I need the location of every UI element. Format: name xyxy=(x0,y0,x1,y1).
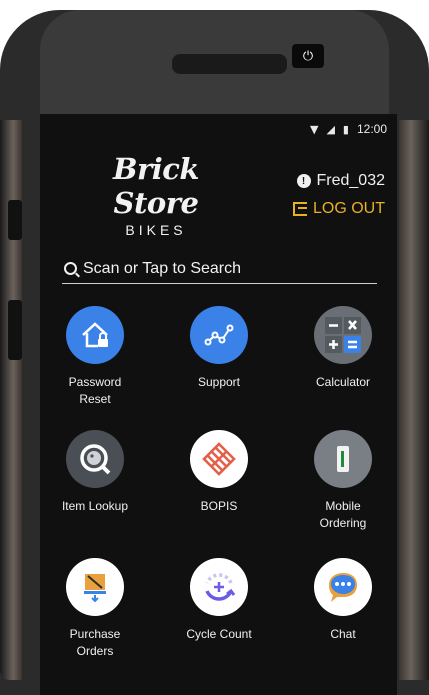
screen: ▼ ◢ ▮ 12:00 Brick Store BIKES ! Fred_032… xyxy=(40,114,397,695)
app-calculator[interactable]: Calculator xyxy=(288,306,397,391)
logout-icon xyxy=(292,202,307,216)
app-mobile-ordering[interactable]: Mobile Ordering xyxy=(288,430,397,532)
cycle-icon xyxy=(190,558,248,616)
logout-button[interactable]: LOG OUT xyxy=(292,200,385,218)
app-bopis[interactable]: BOPIS xyxy=(164,430,274,515)
side-button-lower[interactable] xyxy=(8,300,22,360)
chat-icon xyxy=(314,558,372,616)
app-label: BOPIS xyxy=(200,499,238,513)
user-icon: ! xyxy=(296,174,311,188)
signal-icon: ◢ xyxy=(326,122,335,136)
app-label: Mobile Ordering xyxy=(319,499,367,530)
user-info: ! Fred_032 xyxy=(296,172,386,190)
search-placeholder: Scan or Tap to Search xyxy=(83,259,242,277)
bopis-icon xyxy=(190,430,248,488)
house-lock-icon xyxy=(66,306,124,364)
app-item-lookup[interactable]: Item Lookup xyxy=(40,430,150,515)
app-label: Calculator xyxy=(315,375,371,389)
wifi-icon: ▼ xyxy=(309,122,319,136)
phone-icon xyxy=(314,430,372,488)
inbox-icon xyxy=(66,558,124,616)
app-password-reset[interactable]: Password Reset xyxy=(40,306,150,408)
side-button-upper[interactable] xyxy=(8,200,22,240)
device-side-rail-right xyxy=(399,120,429,680)
status-time: 12:00 xyxy=(356,122,387,136)
logo-sub-text: BIKES xyxy=(125,222,187,238)
power-button[interactable]: ⏻ xyxy=(292,44,324,68)
brand-logo: Brick Store BIKES xyxy=(66,152,246,238)
app-purchase-orders[interactable]: Purchase Orders xyxy=(40,558,150,660)
app-label: Purchase Orders xyxy=(69,627,121,658)
app-cycle-count[interactable]: Cycle Count xyxy=(164,558,274,643)
device-side-rail-left xyxy=(0,120,22,680)
calculator-icon xyxy=(314,306,372,364)
app-label: Password Reset xyxy=(68,375,122,406)
graph-icon xyxy=(190,306,248,364)
app-support[interactable]: Support xyxy=(164,306,274,391)
user-name: Fred_032 xyxy=(316,172,386,189)
battery-icon: ▮ xyxy=(342,122,349,136)
app-label: Chat xyxy=(330,627,356,641)
app-label: Item Lookup xyxy=(61,499,129,513)
lookup-icon xyxy=(66,430,124,488)
status-bar: ▼ ◢ ▮ 12:00 xyxy=(310,120,387,138)
app-label: Cycle Count xyxy=(186,627,252,641)
search-icon xyxy=(64,262,77,275)
speaker-grille xyxy=(172,54,287,74)
app-label: Support xyxy=(197,375,241,389)
logo-main-text: Brick Store xyxy=(112,152,200,220)
search-input[interactable]: Scan or Tap to Search xyxy=(62,254,377,284)
app-chat[interactable]: Chat xyxy=(288,558,397,643)
logout-label: LOG OUT xyxy=(312,200,385,217)
